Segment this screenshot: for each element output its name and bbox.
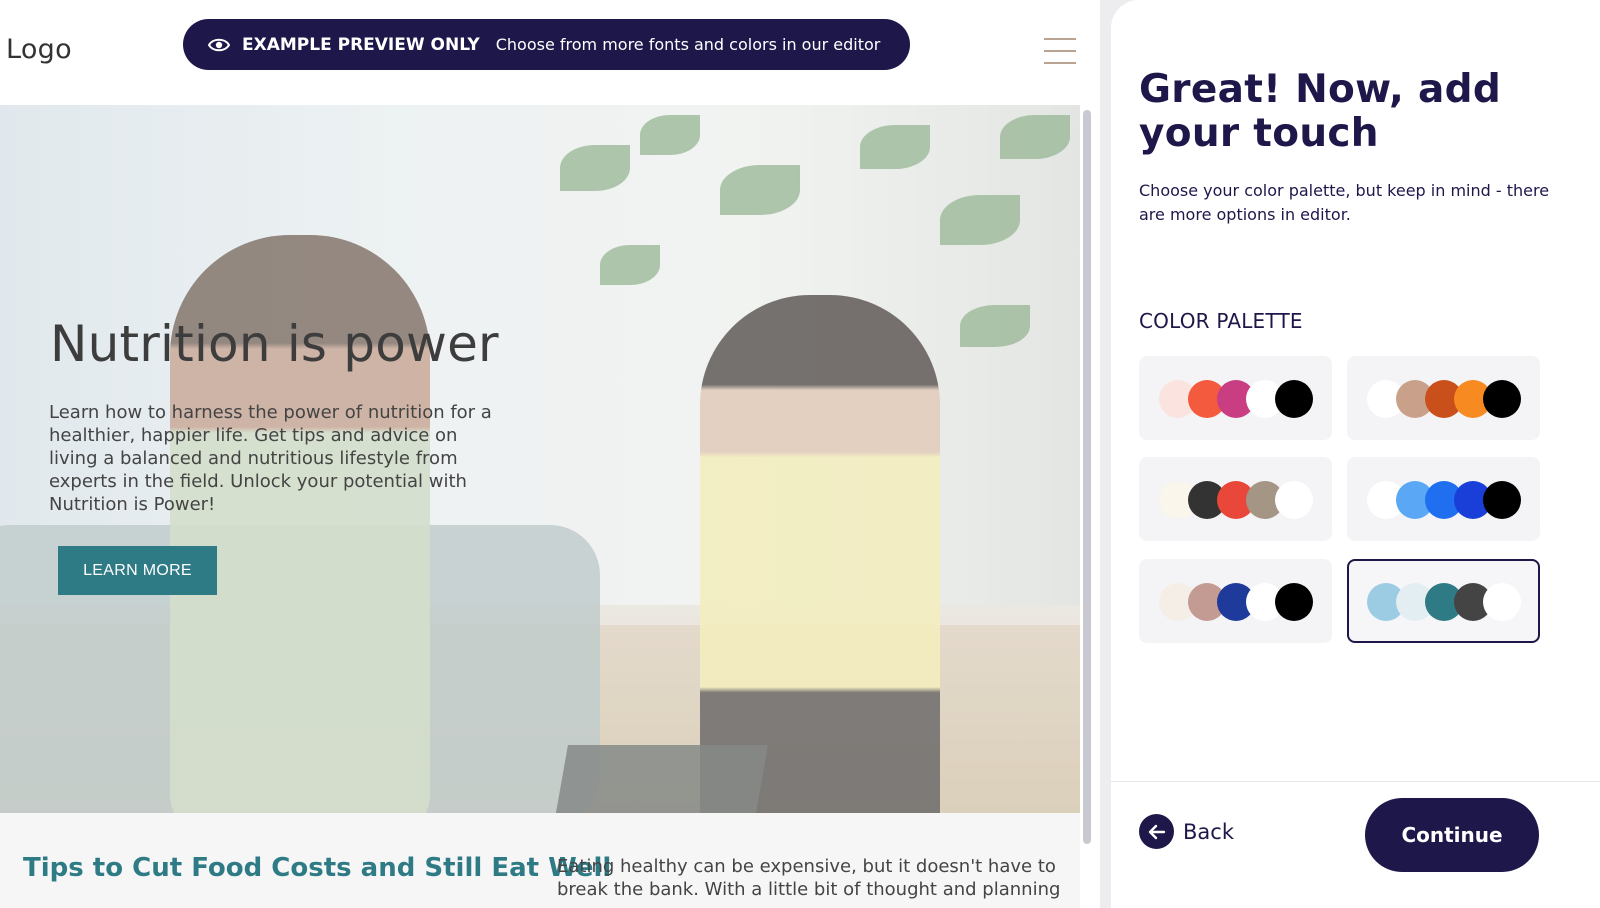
palette-colors xyxy=(1159,481,1329,521)
back-label: Back xyxy=(1183,819,1234,844)
banner-bold-text: EXAMPLE PREVIEW ONLY xyxy=(242,34,480,55)
preview-scrollbar-thumb[interactable] xyxy=(1083,110,1091,844)
hero-title: Nutrition is power xyxy=(50,315,499,373)
palette-option-2[interactable] xyxy=(1347,356,1540,440)
site-logo: Logo xyxy=(6,34,72,65)
customization-panel: Great! Now, add your touch Choose your c… xyxy=(1111,0,1600,908)
banner-text: Choose from more fonts and colors in our… xyxy=(495,35,881,54)
tips-section: Tips to Cut Food Costs and Still Eat Wel… xyxy=(0,813,1080,908)
color-palette-label: COLOR PALETTE xyxy=(1139,309,1303,333)
palette-color-dot xyxy=(1483,481,1521,519)
palette-color-dot xyxy=(1483,380,1521,418)
website-preview: Logo EXAMPLE PREVIEW ONLY Choose from mo… xyxy=(0,0,1100,908)
palette-color-dot xyxy=(1483,583,1521,621)
palette-colors xyxy=(1367,583,1537,623)
learn-more-button[interactable]: LEARN MORE xyxy=(58,546,217,595)
palette-colors xyxy=(1159,380,1329,420)
hero-section: Nutrition is power Learn how to harness … xyxy=(0,105,1080,813)
panel-subtitle: Choose your color palette, but keep in m… xyxy=(1139,181,1550,224)
hero-description: Learn how to harness the power of nutrit… xyxy=(49,402,492,515)
tips-text: Eating healthy can be expensive, but it … xyxy=(557,856,1061,900)
palette-colors xyxy=(1367,380,1537,420)
palette-color-dot xyxy=(1275,481,1313,519)
hamburger-menu-icon[interactable] xyxy=(1044,38,1076,64)
palette-option-3[interactable] xyxy=(1139,457,1332,541)
example-preview-banner: EXAMPLE PREVIEW ONLY Choose from more fo… xyxy=(183,19,910,70)
arrow-left-icon xyxy=(1139,814,1174,849)
continue-button[interactable]: Continue xyxy=(1365,798,1539,872)
palette-color-dot xyxy=(1275,380,1313,418)
palette-option-4[interactable] xyxy=(1347,457,1540,541)
back-button[interactable]: Back xyxy=(1139,814,1234,849)
divider xyxy=(1111,781,1600,782)
palette-colors xyxy=(1159,583,1329,623)
palette-option-1[interactable] xyxy=(1139,356,1332,440)
eye-icon xyxy=(208,34,230,56)
tips-title: Tips to Cut Food Costs and Still Eat Wel… xyxy=(23,853,612,883)
palette-option-5[interactable] xyxy=(1139,559,1332,643)
palette-color-dot xyxy=(1275,583,1313,621)
palette-option-6[interactable] xyxy=(1347,559,1540,643)
panel-title: Great! Now, add your touch xyxy=(1139,67,1502,156)
palette-colors xyxy=(1367,481,1537,521)
